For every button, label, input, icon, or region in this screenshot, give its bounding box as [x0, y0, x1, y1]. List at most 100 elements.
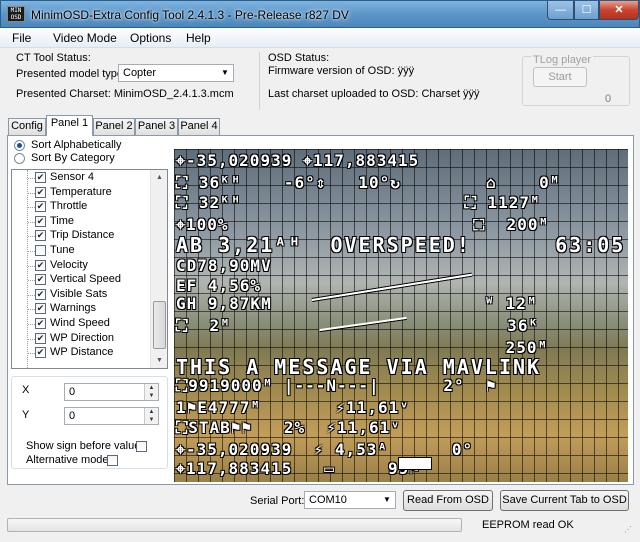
scroll-down-icon[interactable]: ▼	[153, 354, 166, 367]
panel-item-label: Sensor 4	[50, 171, 95, 183]
list-item[interactable]: ✔ Time	[28, 215, 150, 229]
spin-up-icon[interactable]: ▲	[144, 384, 158, 392]
tree-connector	[28, 221, 35, 223]
osd-preview[interactable]: ⌖-35,020939 ⌖117,883415 ⛶ 36ᴷᴴ -6°⇕ 10°↻ …	[174, 149, 628, 482]
title-bar[interactable]: MIN OSD MinimOSD-Extra Config Tool 2.4.1…	[0, 0, 640, 28]
minimize-icon[interactable]: —	[547, 1, 574, 20]
panel-item-label: Vertical Speed	[50, 273, 121, 286]
tlog-player-group: TLog player Start 0	[522, 54, 630, 106]
panel-item-checkbox[interactable]: ✔	[35, 172, 46, 183]
osd-line: ⌖100% ⛶ 200ᴹ	[176, 215, 550, 234]
panel-item-checkbox[interactable]: ✔	[35, 303, 46, 315]
charset-label: Presented Charset: MinimOSD_2.4.1.3.mcm	[16, 88, 234, 100]
osd-line: THIS A MESSAGE VIA MAVLINK	[176, 355, 542, 379]
scroll-up-icon[interactable]: ▲	[153, 171, 166, 184]
panel-item-checkbox[interactable]: ✔	[35, 186, 46, 198]
sort-alphabetically-label[interactable]: Sort Alphabetically	[31, 139, 122, 151]
scroll-thumb[interactable]	[153, 301, 166, 349]
serial-port-select[interactable]: COM10 ▼	[304, 491, 396, 509]
show-sign-checkbox[interactable]	[136, 441, 147, 452]
list-item[interactable]: ✔ Temperature	[28, 186, 150, 200]
osd-line: AB 3,21ᴬᴴ OVERSPEED! 63:05	[176, 233, 626, 257]
panel-item-checkbox[interactable]: ✔	[35, 201, 46, 213]
x-value: 0	[69, 386, 76, 398]
list-scrollbar[interactable]: ▲ ▼	[150, 170, 167, 368]
list-item[interactable]: ✔ Velocity	[28, 259, 150, 273]
panel-item-checkbox[interactable]: ✔	[35, 347, 46, 359]
model-type-value: Copter	[123, 67, 157, 79]
list-item[interactable]: ✔ Vertical Speed	[28, 273, 150, 287]
firmware-version-label: Firmware version of OSD: ÿÿÿ	[268, 65, 415, 77]
list-item[interactable]: ✔ WP Distance	[28, 346, 150, 360]
spin-up-icon[interactable]: ▲	[144, 408, 158, 416]
panel-item-label: Temperature	[50, 185, 112, 198]
x-position-input[interactable]: 0 ▲ ▼	[64, 383, 159, 401]
sort-by-category-label[interactable]: Sort By Category	[31, 152, 115, 164]
window-title: MinimOSD-Extra Config Tool 2.4.1.3 - Pre…	[31, 8, 349, 22]
resize-grip-icon[interactable]: ⋰	[624, 525, 636, 537]
osd-line: ⛶9919000ᴹ |---N---| 2° ⚑	[176, 376, 497, 395]
save-current-tab-button[interactable]: Save Current Tab to OSD	[500, 490, 629, 511]
osd-status-heading: OSD Status:	[268, 52, 330, 64]
last-charset-label: Last charset uploaded to OSD: Charset ÿÿ…	[268, 88, 480, 100]
menu-video-mode[interactable]: Video Mode	[53, 31, 117, 45]
tree-connector	[28, 309, 35, 311]
x-label: X	[22, 384, 30, 396]
sort-alphabetically-radio[interactable]	[14, 140, 25, 151]
panel-item-list[interactable]: ✔ Sensor 4 ✔ Temperature ✔ Throttle ✔ Time ✔ Trip…	[11, 169, 168, 369]
list-item[interactable]: ✔ Sensor 4	[28, 171, 150, 185]
model-type-select[interactable]: Copter ▼	[118, 64, 234, 82]
close-icon[interactable]: ✕	[599, 1, 639, 20]
tab-panel-4[interactable]: Panel 4	[178, 118, 220, 135]
list-item[interactable]: Tune	[28, 244, 150, 258]
separator	[259, 52, 260, 110]
tree-connector	[28, 207, 35, 209]
list-item[interactable]: ✔ Throttle	[28, 200, 150, 214]
sort-by-category-radio[interactable]	[14, 153, 25, 164]
osd-line: ⛶ 36ᴷᴴ -6°⇕ 10°↻ ⌂ 0ᴹ	[176, 173, 561, 192]
panel-item-label: WP Distance	[50, 346, 114, 359]
panel-item-label: Time	[50, 214, 75, 227]
y-position-input[interactable]: 0 ▲ ▼	[64, 407, 159, 425]
tlog-start-button[interactable]: Start	[533, 67, 587, 87]
list-item[interactable]: ✔ WP Direction	[28, 332, 150, 346]
spin-down-icon[interactable]: ▼	[144, 392, 158, 400]
panel-item-label: Warnings	[50, 302, 97, 315]
panel-item-checkbox[interactable]: ✔	[35, 288, 46, 300]
tree-connector	[28, 265, 35, 267]
panel-item-checkbox[interactable]: ✔	[35, 259, 46, 271]
tab-panel-2[interactable]: Panel 2	[93, 118, 135, 135]
spin-down-icon[interactable]: ▼	[144, 416, 158, 424]
panel-item-checkbox[interactable]: ✔	[35, 318, 46, 329]
panel-item-checkbox[interactable]	[35, 245, 46, 256]
panel-item-checkbox[interactable]: ✔	[35, 230, 46, 242]
panel-item-label: Trip Distance	[50, 229, 115, 242]
tree-connector	[28, 338, 35, 340]
panel-item-checkbox[interactable]: ✔	[35, 332, 46, 344]
read-from-osd-button[interactable]: Read From OSD	[403, 490, 493, 511]
tab-config[interactable]: Config	[8, 118, 46, 135]
osd-line: 250ᴹ	[176, 338, 549, 357]
panel-item-checkbox[interactable]: ✔	[35, 215, 46, 227]
panel-item-label: WP Direction	[50, 331, 114, 344]
app-icon: MIN OSD	[7, 6, 25, 22]
alternative-mode-checkbox[interactable]	[107, 455, 118, 466]
y-label: Y	[22, 409, 30, 421]
tree-connector	[28, 353, 35, 355]
list-item[interactable]: ✔ Warnings	[28, 302, 150, 316]
panel-item-label: Throttle	[50, 200, 88, 213]
maximize-icon[interactable]: ☐	[574, 1, 599, 20]
tab-panel-3[interactable]: Panel 3	[135, 118, 178, 135]
menu-file[interactable]: File	[12, 31, 31, 45]
list-item[interactable]: ✔ Trip Distance	[28, 229, 150, 243]
menu-options[interactable]: Options	[130, 31, 171, 45]
menu-help[interactable]: Help	[186, 31, 211, 45]
alternative-mode-label: Alternative mode	[26, 454, 109, 466]
tab-panel-1[interactable]: Panel 1	[46, 115, 93, 136]
list-item[interactable]: ✔ Visible Sats	[28, 288, 150, 302]
tree-connector	[28, 251, 35, 252]
osd-line: CD78,90MV	[176, 256, 272, 275]
panel-item-checkbox[interactable]: ✔	[35, 274, 46, 286]
list-item[interactable]: ✔ Wind Speed	[28, 317, 150, 331]
chevron-down-icon: ▼	[221, 68, 229, 77]
